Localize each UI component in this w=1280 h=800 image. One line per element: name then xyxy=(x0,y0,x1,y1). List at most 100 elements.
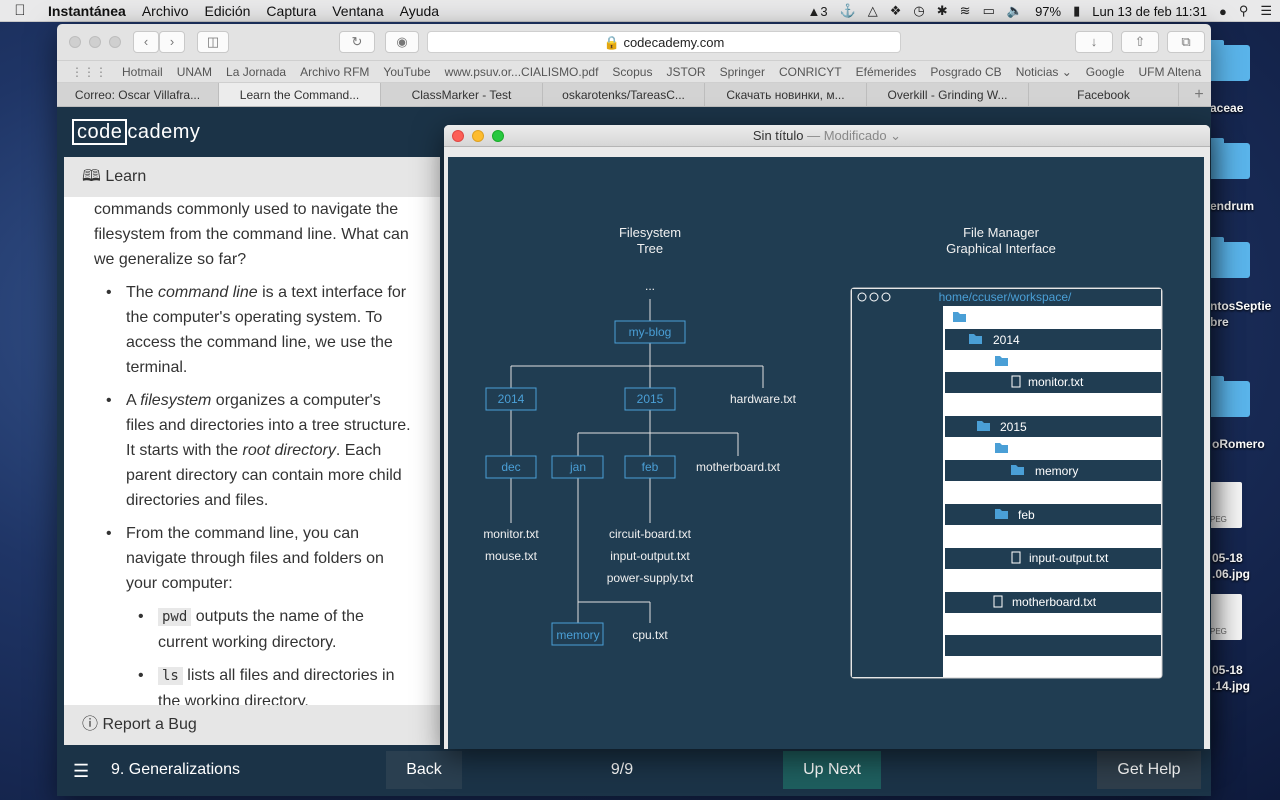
apple-menu-icon[interactable]:  xyxy=(0,2,40,19)
wifi-icon[interactable]: ≋ xyxy=(960,3,971,19)
image-canvas: Filesystem Tree File Manager Graphical I… xyxy=(448,157,1204,749)
browser-tab[interactable]: Correo: Oscar Villafra... xyxy=(57,83,219,106)
menu-bar:  Instantánea Archivo Edición Captura Ve… xyxy=(0,0,1280,22)
tree-node-my-blog: my-blog xyxy=(629,325,672,339)
modified-indicator[interactable]: — Modificado ⌄ xyxy=(803,128,901,143)
minimize-window-icon[interactable] xyxy=(89,36,101,48)
bookmarks-bar: ⋮⋮⋮ Hotmail UNAM La Jornada Archivo RFM … xyxy=(57,61,1211,83)
report-bug-label: Report a Bug xyxy=(102,716,197,733)
spotlight-search-icon[interactable]: ⚲ xyxy=(1239,3,1249,19)
list-item: The command line is a text interface for… xyxy=(94,280,412,380)
text: lists all files and directories in the w… xyxy=(158,667,395,705)
desktop-jpeg-icon[interactable]: PEG xyxy=(1206,594,1242,640)
browser-tab[interactable]: Overkill - Grinding W... xyxy=(867,83,1029,106)
menu-ventana[interactable]: Ventana xyxy=(324,3,391,19)
tree-node-2015: 2015 xyxy=(637,392,664,406)
back-button[interactable]: Back xyxy=(386,751,462,789)
bluetooth-icon[interactable]: ✱ xyxy=(937,3,948,19)
bookmark[interactable]: Archivo RFM xyxy=(293,65,376,79)
google-drive-icon[interactable]: △ xyxy=(868,3,878,19)
minimize-window-icon[interactable] xyxy=(472,130,484,142)
zoom-window-icon[interactable] xyxy=(109,36,121,48)
desktop-jpeg-icon[interactable]: PEG xyxy=(1206,482,1242,528)
desktop-folder-icon[interactable] xyxy=(1206,40,1250,81)
browser-tab-active[interactable]: Learn the Command... xyxy=(219,83,381,106)
zoom-window-icon[interactable] xyxy=(492,130,504,142)
bookmark[interactable]: La Jornada xyxy=(219,65,293,79)
list-item: pwd outputs the name of the current work… xyxy=(94,604,412,655)
lesson-title[interactable]: 9. Generalizations xyxy=(111,761,240,779)
menu-ayuda[interactable]: Ayuda xyxy=(392,3,447,19)
volume-icon[interactable]: 🔈 xyxy=(1007,3,1023,19)
menu-archivo[interactable]: Archivo xyxy=(134,3,197,19)
desktop-folder-icon[interactable] xyxy=(1206,138,1250,179)
adobe-icon[interactable]: ▲3 xyxy=(807,4,827,19)
airplay-icon[interactable]: ▭ xyxy=(983,3,995,19)
desktop-folder-icon[interactable] xyxy=(1206,376,1250,417)
codecademy-logo[interactable]: code cademy xyxy=(72,119,200,145)
notification-center-icon[interactable]: ☰ xyxy=(1260,3,1272,19)
document-title[interactable]: Sin título xyxy=(753,128,804,143)
hamburger-menu-icon[interactable]: ☰ xyxy=(73,761,89,782)
adobe-count: 3 xyxy=(820,3,828,19)
time-machine-icon[interactable]: ◷ xyxy=(913,3,924,19)
bookmark[interactable]: Google xyxy=(1079,65,1132,79)
forward-arrow-icon[interactable]: › xyxy=(159,31,185,53)
bookmark[interactable]: Efémerides xyxy=(849,65,924,79)
jpeg-tag: PEG xyxy=(1210,515,1227,524)
desktop-label-3: ntosSeptie bre xyxy=(1210,299,1272,329)
bookmark[interactable]: Posgrado CB xyxy=(923,65,1008,79)
back-arrow-icon[interactable]: ‹ xyxy=(133,31,159,53)
clock[interactable]: Lun 13 de feb 11:31 xyxy=(1092,4,1207,19)
fm-path: home/ccuser/workspace/ xyxy=(939,290,1072,304)
battery-icon[interactable]: ▮ xyxy=(1073,3,1080,19)
fm-row-2014: 2014 xyxy=(993,333,1020,347)
browser-tab[interactable]: Скачать новинки, м... xyxy=(705,83,867,106)
user-icon[interactable]: ● xyxy=(1219,4,1227,19)
bookmark[interactable]: UFM Altena xyxy=(1131,65,1208,79)
docker-icon[interactable]: ⚓ xyxy=(840,3,856,19)
sidebar-toggle-icon[interactable]: ◫ xyxy=(197,31,229,53)
book-icon: 🕮 xyxy=(82,168,101,185)
menu-app-name[interactable]: Instantánea xyxy=(40,3,134,19)
share-icon[interactable]: ⇧ xyxy=(1121,31,1159,53)
tabs-overview-icon[interactable]: ⧉ xyxy=(1167,31,1205,53)
tree-node-2014: 2014 xyxy=(498,392,525,406)
bookmarks-overflow[interactable]: >> xyxy=(1208,65,1211,79)
browser-tab[interactable]: Facebook xyxy=(1029,83,1179,106)
filesystem-diagram: Filesystem Tree File Manager Graphical I… xyxy=(483,225,1163,679)
reload-icon[interactable]: ↻ xyxy=(339,31,375,53)
downloads-icon[interactable]: ↓ xyxy=(1075,31,1113,53)
dropbox-icon[interactable]: ❖ xyxy=(890,3,902,19)
address-bar[interactable]: 🔒 codecademy.com xyxy=(427,31,901,53)
up-next-button[interactable]: Up Next xyxy=(783,751,881,789)
tree-file-circuit-board: circuit-board.txt xyxy=(609,527,692,541)
bookmark[interactable]: www.psuv.or...CIALISMO.pdf xyxy=(438,65,606,79)
browser-tab[interactable]: ClassMarker - Test xyxy=(381,83,543,106)
close-window-icon[interactable] xyxy=(452,130,464,142)
bookmark[interactable]: UNAM xyxy=(170,65,219,79)
list-item: ls lists all files and directories in th… xyxy=(94,663,412,705)
report-bug-button[interactable]: ⓘ Report a Bug xyxy=(64,705,440,745)
browser-tab[interactable]: oskarotenks/TareasC... xyxy=(543,83,705,106)
bookmark[interactable]: CONRICYT xyxy=(772,65,849,79)
bookmark[interactable]: Springer xyxy=(713,65,772,79)
tree-file-monitor: monitor.txt xyxy=(483,527,539,541)
learn-header[interactable]: 🕮 Learn xyxy=(64,157,440,197)
bookmark[interactable]: Scopus xyxy=(605,65,659,79)
bookmark[interactable]: JSTOR xyxy=(659,65,712,79)
adblock-icon[interactable]: ◉ xyxy=(385,31,419,53)
battery-percent[interactable]: 97% xyxy=(1035,4,1061,19)
desktop-folder-icon[interactable] xyxy=(1206,237,1250,278)
bookmark[interactable]: YouTube xyxy=(376,65,437,79)
lesson-content[interactable]: commands commonly used to navigate the f… xyxy=(64,197,440,705)
top-sites-grid-icon[interactable]: ⋮⋮⋮ xyxy=(71,65,107,79)
menu-edicion[interactable]: Edición xyxy=(197,3,259,19)
close-window-icon[interactable] xyxy=(69,36,81,48)
get-help-button[interactable]: Get Help xyxy=(1097,751,1201,789)
menu-captura[interactable]: Captura xyxy=(258,3,324,19)
url-text: codecademy.com xyxy=(623,35,725,50)
new-tab-icon[interactable]: + xyxy=(1187,83,1211,107)
bookmark[interactable]: Hotmail xyxy=(115,65,170,79)
bookmark[interactable]: Noticias ⌄ xyxy=(1009,65,1079,79)
